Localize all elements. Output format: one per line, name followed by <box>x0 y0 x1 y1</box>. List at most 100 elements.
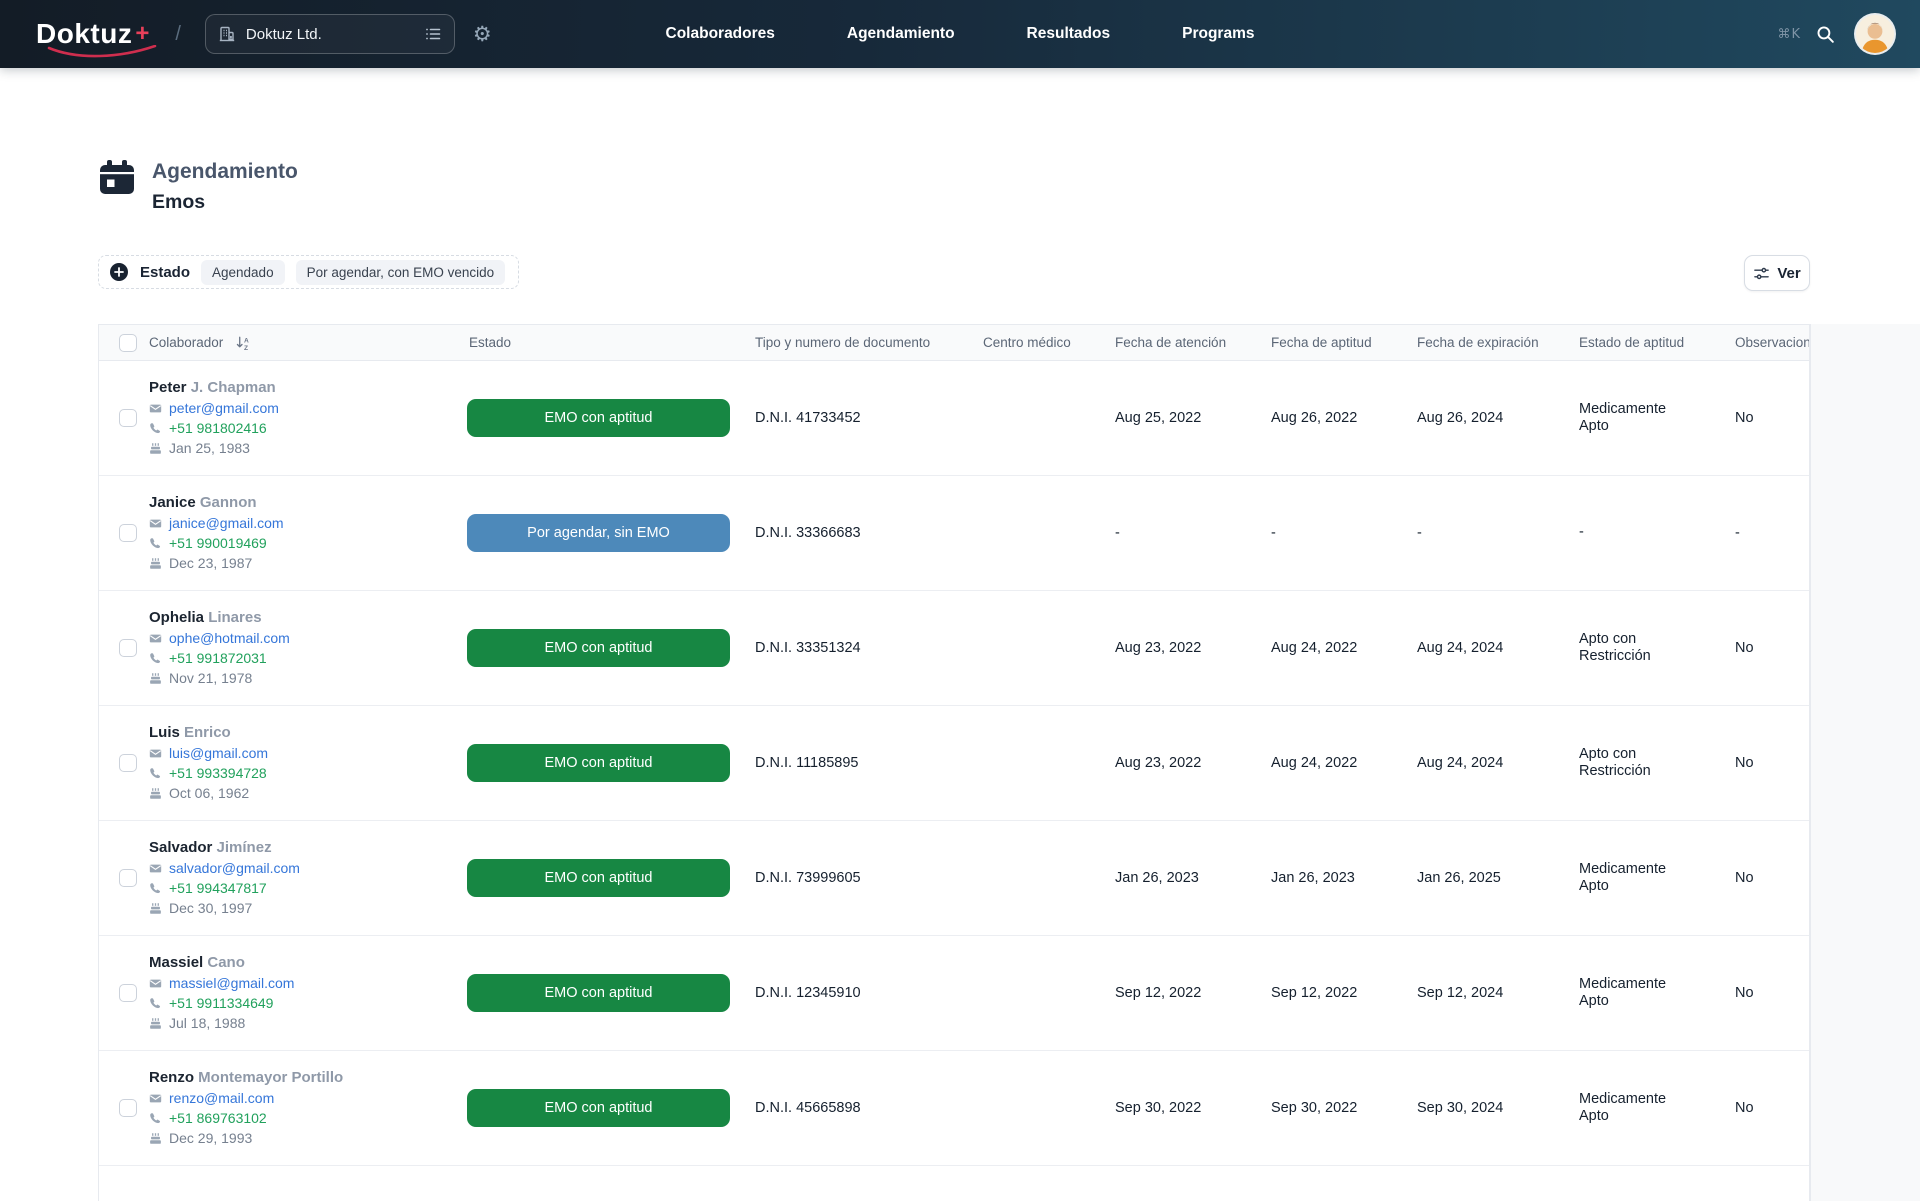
document-cell: D.N.I. 33351324 <box>747 640 975 656</box>
top-navbar: Doktuz+ / Doktuz Ltd. ⚙ Colaboradores Ag… <box>0 0 1920 68</box>
search-icon[interactable] <box>1815 24 1836 45</box>
estado-aptitud-cell: Medicamente Apto <box>1571 401 1727 436</box>
table-row: Peter J. Chapmanpeter@gmail.com+51 98180… <box>99 361 1809 476</box>
fecha-aptitud-cell: Jan 26, 2023 <box>1263 870 1409 886</box>
view-button[interactable]: Ver <box>1744 255 1810 291</box>
collaborator-email[interactable]: luis@gmail.com <box>149 745 461 762</box>
collaborator-name: Luis Enrico <box>149 724 461 741</box>
fecha-atencion-cell: Aug 23, 2022 <box>1107 755 1263 771</box>
birthday-cake-icon <box>149 787 162 800</box>
birthday-cake-icon <box>149 557 162 570</box>
sort-icon[interactable]: AZ <box>235 335 252 351</box>
status-badge[interactable]: EMO con aptitud <box>467 974 730 1012</box>
status-badge[interactable]: EMO con aptitud <box>467 629 730 667</box>
phone-icon <box>149 767 162 780</box>
calendar-icon <box>98 158 136 196</box>
observaciones-cell: No <box>1727 755 1810 771</box>
fecha-expiracion-cell: Sep 30, 2024 <box>1409 1100 1571 1116</box>
collaborator-phone: +51 9911334649 <box>149 995 461 1012</box>
fecha-aptitud-cell: Aug 24, 2022 <box>1263 640 1409 656</box>
collaborator-email[interactable]: peter@gmail.com <box>149 400 461 417</box>
list-icon <box>424 25 442 43</box>
company-name: Doktuz Ltd. <box>246 26 414 43</box>
fecha-atencion-cell: - <box>1107 525 1263 541</box>
filter-chip-agendado[interactable]: Agendado <box>201 260 285 285</box>
collaborator-name: Janice Gannon <box>149 494 461 511</box>
status-badge[interactable]: EMO con aptitud <box>467 399 730 437</box>
collaborator-email[interactable]: renzo@mail.com <box>149 1090 461 1107</box>
row-checkbox[interactable] <box>119 869 137 887</box>
status-badge[interactable]: EMO con aptitud <box>467 859 730 897</box>
document-cell: D.N.I. 45665898 <box>747 1100 975 1116</box>
estado-aptitud-cell: - <box>1571 524 1727 541</box>
observaciones-cell: - <box>1727 525 1810 541</box>
col-header-estado-aptitud: Estado de aptitud <box>1571 335 1727 350</box>
phone-icon <box>149 882 162 895</box>
table-row: Janice Gannonjanice@gmail.com+51 9900194… <box>99 476 1809 591</box>
fecha-atencion-cell: Jan 26, 2023 <box>1107 870 1263 886</box>
collaborator-email[interactable]: janice@gmail.com <box>149 515 461 532</box>
table-right-gutter <box>1810 324 1920 1201</box>
collaborator-email[interactable]: ophe@hotmail.com <box>149 630 461 647</box>
document-cell: D.N.I. 12345910 <box>747 985 975 1001</box>
row-checkbox[interactable] <box>119 1099 137 1117</box>
col-header-colaborador: Colaborador <box>149 335 223 350</box>
collaborator-name: Massiel Cano <box>149 954 461 971</box>
table-row: Ophelia Linaresophe@hotmail.com+51 99187… <box>99 591 1809 706</box>
fecha-expiracion-cell: Aug 26, 2024 <box>1409 410 1571 426</box>
collaborator-email[interactable]: massiel@gmail.com <box>149 975 461 992</box>
mail-icon <box>149 517 162 530</box>
page-subtitle: Emos <box>152 191 298 214</box>
logo[interactable]: Doktuz+ <box>36 18 149 50</box>
collaborator-birthdate: Nov 21, 1978 <box>149 670 461 687</box>
fecha-expiracion-cell: - <box>1409 525 1571 541</box>
col-header-centro: Centro médico <box>975 335 1107 350</box>
row-checkbox[interactable] <box>119 984 137 1002</box>
observaciones-cell: No <box>1727 985 1810 1001</box>
collaborator-phone: +51 869763102 <box>149 1110 461 1127</box>
collaborator-name: Salvador Jimínez <box>149 839 461 856</box>
table-row: Giaccomo Sanchez <box>99 1166 1809 1201</box>
select-all-checkbox[interactable] <box>119 334 137 352</box>
fecha-aptitud-cell: Aug 26, 2022 <box>1263 410 1409 426</box>
document-cell: D.N.I. 33366683 <box>747 525 975 541</box>
row-checkbox[interactable] <box>119 409 137 427</box>
row-checkbox[interactable] <box>119 639 137 657</box>
nav-item-agendamiento[interactable]: Agendamiento <box>847 25 955 43</box>
fecha-expiracion-cell: Sep 12, 2024 <box>1409 985 1571 1001</box>
fecha-aptitud-cell: Sep 12, 2022 <box>1263 985 1409 1001</box>
svg-text:A: A <box>244 337 249 344</box>
estado-aptitud-cell: Medicamente Apto <box>1571 1091 1727 1126</box>
navbar-right: ⌘K <box>1777 15 1894 53</box>
table-header: Colaborador AZ Estado Tipo y numero de d… <box>99 325 1809 361</box>
row-checkbox[interactable] <box>119 754 137 772</box>
row-checkbox[interactable] <box>119 524 137 542</box>
document-cell: D.N.I. 73999605 <box>747 870 975 886</box>
filter-chip-por-agendar[interactable]: Por agendar, con EMO vencido <box>296 260 506 285</box>
search-shortcut-hint: ⌘K <box>1777 27 1801 42</box>
status-badge[interactable]: EMO con aptitud <box>467 1089 730 1127</box>
nav-item-resultados[interactable]: Resultados <box>1027 25 1111 43</box>
table-row: Massiel Cano massiel@gmail.com +51 9911334… <box>99 936 1809 1051</box>
collaborator-email[interactable]: salvador@gmail.com <box>149 860 461 877</box>
fecha-aptitud-cell: Sep 30, 2022 <box>1263 1100 1409 1116</box>
building-icon <box>218 25 236 43</box>
col-header-estado: Estado <box>461 335 747 350</box>
nav-item-programs[interactable]: Programs <box>1182 25 1254 43</box>
fecha-aptitud-cell: Aug 24, 2022 <box>1263 755 1409 771</box>
collaborator-birthdate: Jan 25, 1983 <box>149 440 461 457</box>
estado-aptitud-cell: Apto con Restricción <box>1571 631 1727 666</box>
user-avatar[interactable] <box>1856 15 1894 53</box>
gear-icon[interactable]: ⚙ <box>473 22 492 46</box>
birthday-cake-icon <box>149 1017 162 1030</box>
add-filter-icon[interactable] <box>109 262 129 282</box>
status-badge[interactable]: Por agendar, sin EMO <box>467 514 730 552</box>
table-body: Peter J. Chapmanpeter@gmail.com+51 98180… <box>99 361 1809 1201</box>
fecha-atencion-cell: Sep 30, 2022 <box>1107 1100 1263 1116</box>
fecha-atencion-cell: Sep 12, 2022 <box>1107 985 1263 1001</box>
nav-item-colaboradores[interactable]: Colaboradores <box>666 25 775 43</box>
status-badge[interactable]: EMO con aptitud <box>467 744 730 782</box>
company-selector[interactable]: Doktuz Ltd. <box>205 14 455 54</box>
birthday-cake-icon <box>149 672 162 685</box>
collaborator-phone: +51 993394728 <box>149 765 461 782</box>
